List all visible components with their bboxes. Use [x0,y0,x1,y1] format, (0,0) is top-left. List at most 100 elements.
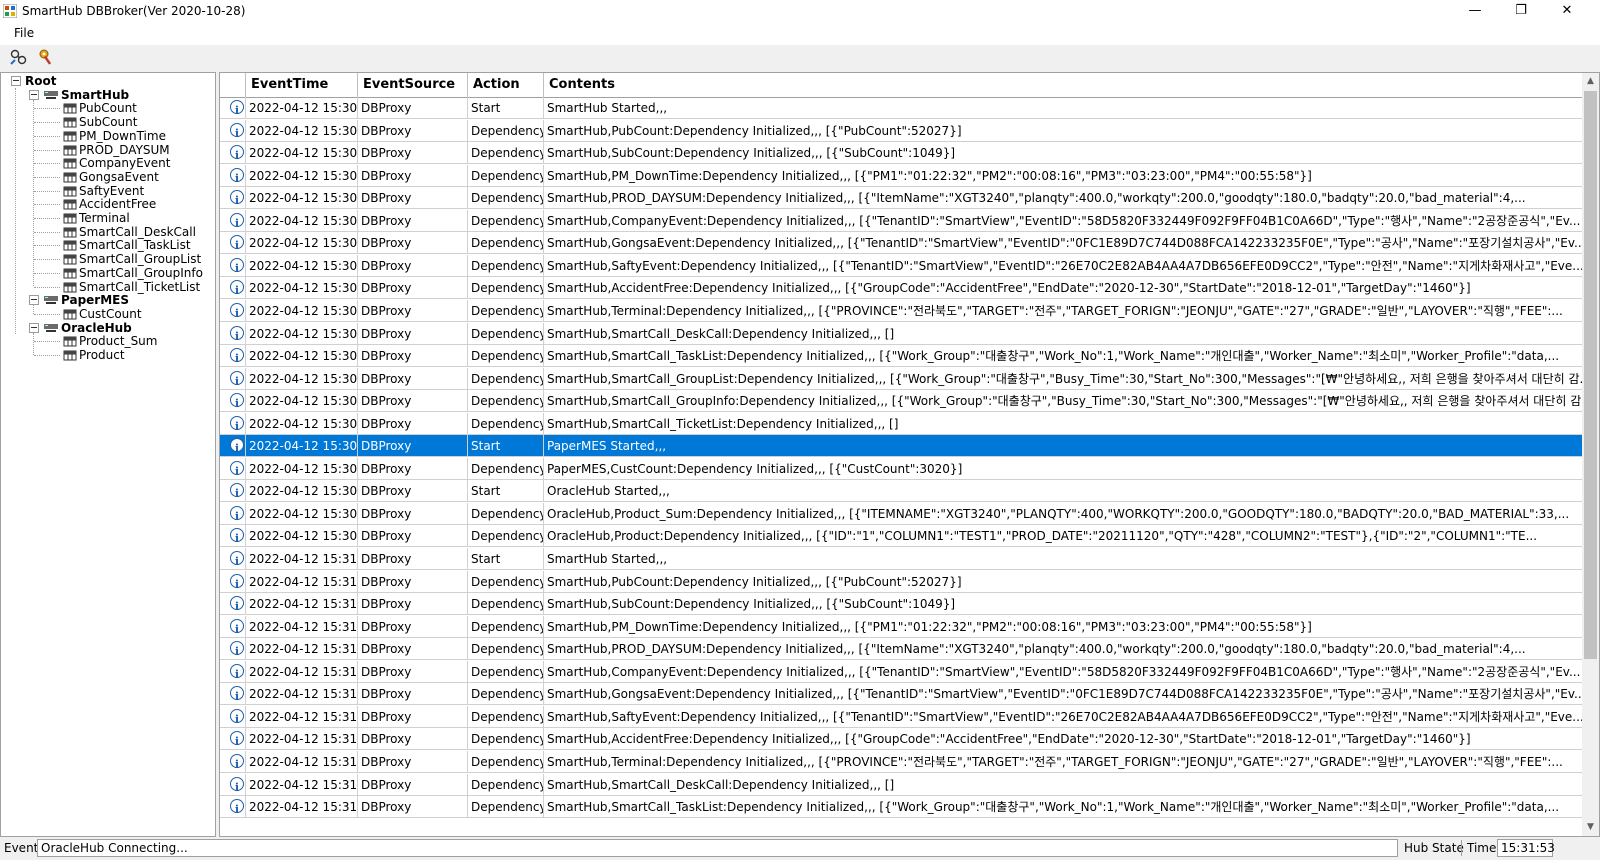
table-row[interactable]: 2022-04-12 15:30:57 DBProxy Dependency P… [220,457,1582,480]
cell-contents: SmartHub,GongsaEvent:Dependency Initiali… [547,236,1582,251]
tree-label: SmartCall_TicketList [79,279,201,294]
scroll-up-arrow-icon[interactable]: ▲ [1582,73,1599,90]
table-row[interactable]: 2022-04-12 15:31:14 DBProxy Dependency S… [220,750,1582,773]
table-row[interactable]: 2022-04-12 15:30:57 DBProxy Start PaperM… [220,435,1582,458]
tree-node-oraclehub[interactable]: OracleHub [1,321,211,335]
table-row[interactable]: 2022-04-12 15:31:14 DBProxy Dependency S… [220,705,1582,728]
tree-connector [34,149,60,151]
row-icon-cell [220,638,246,661]
table-row[interactable]: 2022-04-12 15:30:56 DBProxy Dependency S… [220,187,1582,210]
cell-eventtime: 2022-04-12 15:31:14 [246,660,358,683]
tree-node-smartcall-grouplist[interactable]: SmartCall_GroupList [1,252,211,266]
table-row[interactable]: 2022-04-12 15:30:58 DBProxy Start Oracle… [220,480,1582,503]
maximize-button[interactable]: ❐ [1498,0,1544,23]
row-icon-cell [220,254,246,277]
table-row[interactable]: 2022-04-12 15:30:57 DBProxy Dependency S… [220,322,1582,345]
table-row[interactable]: 2022-04-12 15:31:14 DBProxy Dependency S… [220,638,1582,661]
cell-contents: OracleHub,Product:Dependency Initialized… [547,529,1538,544]
tree-node-accidentfree[interactable]: AccidentFree [1,197,211,211]
table-row[interactable]: 2022-04-12 15:30:57 DBProxy Dependency S… [220,299,1582,322]
tree-node-custcount[interactable]: CustCount [1,307,211,321]
table-row[interactable]: 2022-04-12 15:30:57 DBProxy Dependency S… [220,412,1582,435]
cell-contents: SmartHub,SmartCall_DeskCall:Dependency I… [547,326,895,341]
table-row[interactable]: 2022-04-12 15:30:57 DBProxy Dependency S… [220,345,1582,368]
info-icon [230,731,244,750]
tree-node-pm-downtime[interactable]: PM_DownTime [1,129,211,143]
tree-node-terminal[interactable]: Terminal [1,211,211,225]
table-row[interactable]: 2022-04-12 15:31:14 DBProxy Dependency S… [220,593,1582,616]
event-grid[interactable]: EventTime EventSource Action Contents 20… [219,72,1600,837]
table-row[interactable]: 2022-04-12 15:31:13 DBProxy Start SmartH… [220,548,1582,570]
tree-node-smartcall-ticketlist[interactable]: SmartCall_TicketList [1,280,211,294]
table-row[interactable]: 2022-04-12 15:31:14 DBProxy Dependency S… [220,615,1582,638]
tree-label: AccidentFree [79,197,157,212]
table-row[interactable]: 2022-04-12 15:30:56 DBProxy Dependency S… [220,232,1582,255]
connect-tool-button[interactable] [9,48,29,67]
tree-node-pubcount[interactable]: PubCount [1,101,211,115]
tree-collapse-icon[interactable] [29,89,39,100]
header-eventsource[interactable]: EventSource [358,73,468,97]
cell-eventtime: 2022-04-12 15:30:57 [246,322,358,345]
tree-node-smartcall-tasklist[interactable]: SmartCall_TaskList [1,238,211,252]
table-row[interactable]: 2022-04-12 15:30:59 DBProxy Dependency O… [220,525,1582,548]
tree-node-companyevent[interactable]: CompanyEvent [1,156,211,170]
tree-node-subcount[interactable]: SubCount [1,115,211,129]
header-action[interactable]: Action [468,73,544,97]
minimize-button[interactable]: — [1452,0,1498,23]
table-row[interactable]: 2022-04-12 15:31:14 DBProxy Dependency S… [220,773,1582,796]
cell-contents: SmartHub,SaftyEvent:Dependency Initializ… [547,258,1582,273]
tree-node-prod-daysum[interactable]: PROD_DAYSUM [1,143,211,157]
close-button[interactable]: ✕ [1544,0,1590,23]
tree-node-smarthub[interactable]: SmartHub [1,88,211,102]
table-row[interactable]: 2022-04-12 15:30:56 DBProxy Dependency S… [220,164,1582,187]
status-time-value: 15:31:53 [1497,839,1555,857]
tree-node-saftyevent[interactable]: SaftyEvent [1,184,211,198]
tree-collapse-icon[interactable] [29,322,39,333]
scroll-thumb[interactable] [1584,91,1597,659]
tree-collapse-icon[interactable] [11,76,21,86]
tree-node-smartcall-groupinfo[interactable]: SmartCall_GroupInfo [1,266,211,280]
tree-node-product-sum[interactable]: Product_Sum [1,334,211,348]
tree-node-gongsaevent[interactable]: GongsaEvent [1,170,211,184]
table-row[interactable]: 2022-04-12 15:30:57 DBProxy Dependency S… [220,367,1582,390]
cell-action: Dependency [468,660,544,683]
header-icon-column [220,73,246,97]
row-icon-cell [220,457,246,480]
table-row[interactable]: 2022-04-12 15:31:14 DBProxy Dependency S… [220,660,1582,683]
table-row[interactable]: 2022-04-12 15:30:58 DBProxy Dependency O… [220,502,1582,525]
header-contents[interactable]: Contents [544,73,1582,97]
row-icon-cell [220,773,246,796]
table-row[interactable]: 2022-04-12 15:31:14 DBProxy Dependency S… [220,796,1582,819]
tree-view[interactable]: Root SmartHub PubCount SubCount PM_DownTime P… [0,72,216,837]
table-row[interactable]: 2022-04-12 15:30:57 DBProxy Dependency S… [220,254,1582,277]
table-row[interactable]: 2022-04-12 15:30:55 DBProxy Start SmartH… [220,97,1582,119]
table-row[interactable]: 2022-04-12 15:30:57 DBProxy Dependency S… [220,277,1582,300]
table-row[interactable]: 2022-04-12 15:30:56 DBProxy Dependency S… [220,119,1582,142]
cell-eventsource: DBProxy [358,705,468,728]
table-row[interactable]: 2022-04-12 15:31:14 DBProxy Dependency S… [220,728,1582,751]
table-row[interactable]: 2022-04-12 15:31:13 DBProxy Dependency S… [220,570,1582,593]
tree-node-product[interactable]: Product [1,348,211,362]
scroll-down-arrow-icon[interactable]: ▼ [1582,819,1599,836]
cell-contents: SmartHub,SmartCall_TaskList:Dependency I… [547,800,1560,815]
table-row[interactable]: 2022-04-12 15:31:14 DBProxy Dependency S… [220,683,1582,706]
cell-eventtime: 2022-04-12 15:30:58 [246,502,358,525]
tree-node-root[interactable]: Root [1,74,211,88]
tree-node-smartcall-deskcall[interactable]: SmartCall_DeskCall [1,225,211,239]
info-icon [230,122,244,142]
table-row[interactable]: 2022-04-12 15:30:56 DBProxy Dependency S… [220,209,1582,232]
settings-tool-button[interactable] [37,48,57,67]
cell-eventtime: 2022-04-12 15:31:14 [246,796,358,819]
tree-node-papermes[interactable]: PaperMES [1,293,211,307]
table-row[interactable]: 2022-04-12 15:30:56 DBProxy Dependency S… [220,142,1582,165]
tree-collapse-icon[interactable] [29,295,39,306]
info-icon [230,573,244,593]
table-row[interactable]: 2022-04-12 15:30:57 DBProxy Dependency S… [220,390,1582,413]
tree-label: Terminal [79,211,130,225]
menu-file[interactable]: File [14,26,34,40]
header-eventtime[interactable]: EventTime [246,73,358,97]
grid-vertical-scrollbar[interactable]: ▲ ▼ [1582,73,1599,836]
cell-action: Dependency [468,119,544,142]
info-icon [230,596,244,615]
cell-action: Dependency [468,502,544,525]
